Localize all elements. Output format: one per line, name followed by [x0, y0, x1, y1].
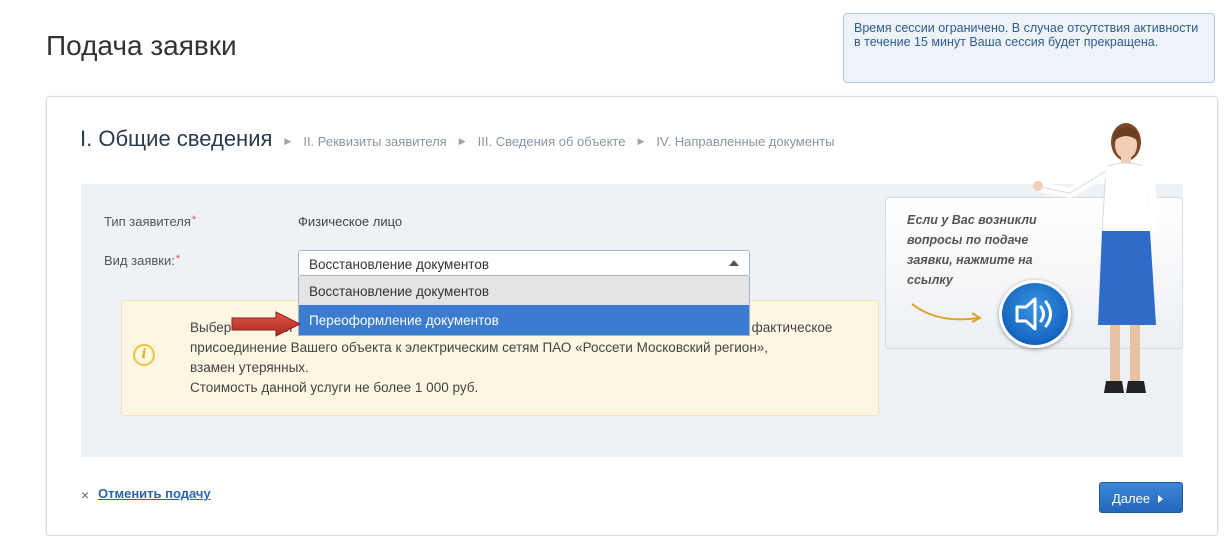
curved-arrow-icon — [911, 303, 983, 323]
page-title: Подача заявки — [46, 30, 237, 61]
option-reissue-documents[interactable]: Переоформление документов — [299, 305, 749, 335]
pointer-arrow-icon — [231, 311, 302, 337]
request-type-label: Вид заявки:* — [104, 253, 181, 268]
request-type-select[interactable]: Восстановление документов — [298, 250, 750, 276]
session-timeout-notice: Время сессии ограничено. В случае отсутс… — [843, 13, 1215, 83]
required-marker: * — [175, 253, 181, 265]
next-button-label: Далее — [1112, 491, 1151, 506]
option-restore-documents[interactable]: Восстановление документов — [299, 276, 749, 305]
step-arrow-icon: ▶ — [284, 136, 292, 146]
applicant-type-label: Тип заявителя* — [104, 214, 197, 229]
info-line-3: взамен утерянных. — [190, 360, 309, 375]
close-icon[interactable]: × — [81, 487, 89, 503]
select-value: Восстановление документов — [309, 257, 490, 272]
arrow-right-icon — [1158, 495, 1164, 503]
request-type-dropdown: Восстановление документов Переоформление… — [298, 276, 750, 336]
cancel-submission-link[interactable]: Отменить подачу — [98, 486, 211, 501]
next-button[interactable]: Далее — [1099, 482, 1183, 513]
info-line-1-end: к фактическое — [742, 320, 833, 335]
step-general-info[interactable]: I. Общие сведения — [80, 126, 272, 152]
step-breadcrumb: I. Общие сведения ▶ II. Реквизиты заявит… — [80, 124, 834, 152]
assistant-woman-illustration — [1033, 123, 1158, 393]
info-line-2: присоединение Вашего объекта к электриче… — [190, 340, 769, 355]
applicant-type-value: Физическое лицо — [298, 214, 403, 229]
info-icon: i — [133, 344, 155, 366]
info-line-1-start: Выбер — [190, 320, 232, 335]
step-object-info[interactable]: III. Сведения об объекте — [478, 134, 626, 152]
required-marker: * — [191, 214, 197, 226]
info-line-4: Стоимость данной услуги не более 1 000 р… — [190, 380, 479, 395]
step-arrow-icon: ▶ — [637, 136, 645, 146]
caret-up-icon[interactable] — [729, 260, 739, 266]
step-applicant-details[interactable]: II. Реквизиты заявителя — [303, 134, 446, 152]
step-arrow-icon: ▶ — [458, 136, 466, 146]
step-documents[interactable]: IV. Направленные документы — [656, 134, 834, 152]
